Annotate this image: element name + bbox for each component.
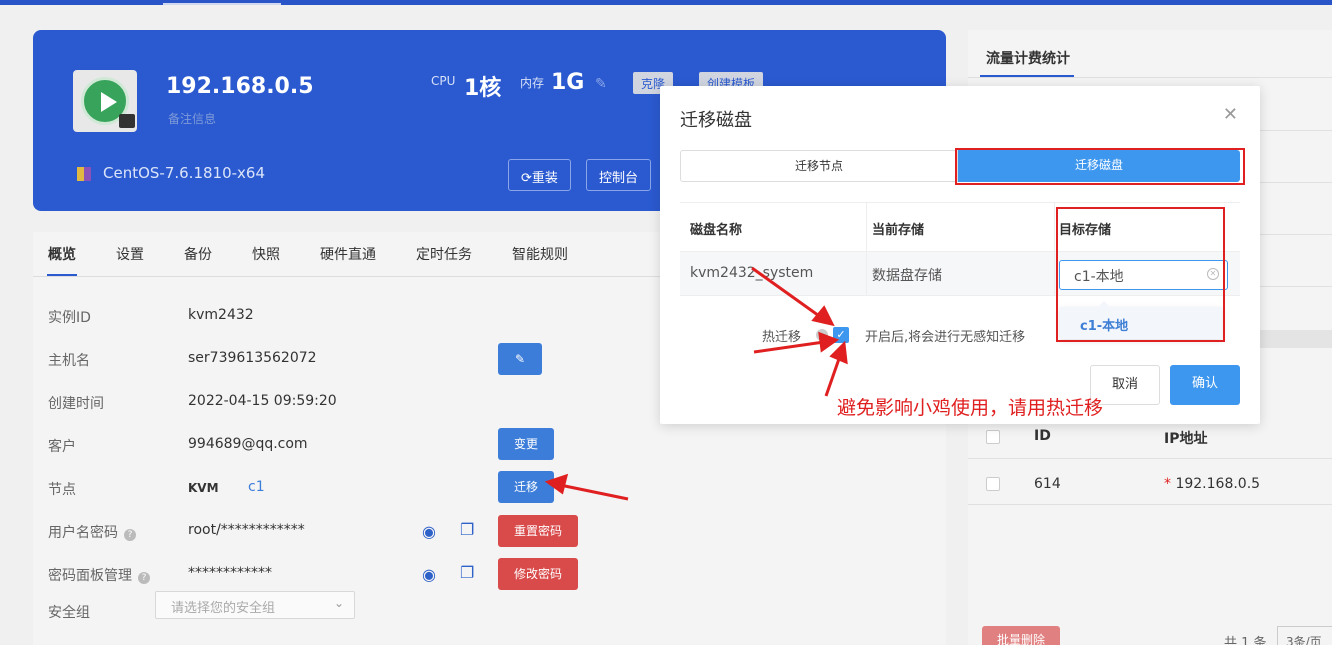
ip-table-col-ip: IP地址 [1164,431,1208,447]
reset-password-button[interactable]: 重置密码 [498,515,578,547]
batch-delete-button[interactable]: 批量删除 [982,626,1060,645]
tab-scheduled[interactable]: 定时任务 [416,244,472,264]
divider [866,202,867,296]
migrate-button[interactable]: 迁移 [498,471,554,503]
instance-id-label: 实例ID [48,310,91,326]
modify-password-button[interactable]: 修改密码 [498,558,578,590]
highlight-box-target [1056,207,1225,342]
node-name[interactable]: c1 [248,479,265,495]
reinstall-button[interactable]: ⟳重装 [508,159,571,191]
hot-migrate-label: 热迁移 [762,330,802,345]
current-storage-value: 数据盘存储 [872,268,942,284]
select-all-checkbox[interactable] [986,430,1000,444]
cpu-label: CPU [431,74,456,88]
created-label: 创建时间 [48,396,104,412]
edit-hostname-button[interactable]: ✎ [498,343,542,375]
centos-icon [77,167,91,181]
ip-table-col-id: ID [1034,428,1051,444]
tab-smart-rules[interactable]: 智能规则 [512,244,568,264]
tab-snapshot[interactable]: 快照 [252,244,280,264]
disk-name-value: kvm2432_system [690,265,814,281]
eye-icon[interactable]: ◉ [422,522,440,541]
hot-migrate-checkbox[interactable]: ✓ [833,327,849,343]
tab-overview[interactable]: 概览 [48,244,76,264]
created-value: 2022-04-15 09:59:20 [188,393,337,409]
instance-id-value: kvm2432 [188,307,254,323]
col-current-storage: 当前存储 [872,223,925,238]
tab-backup[interactable]: 备份 [184,244,212,264]
secgroup-label: 安全组 [48,605,90,621]
hot-migrate-description: 开启后,将会进行无感知迁移 [865,330,1026,345]
panel-pass-value: ************ [188,565,272,581]
ip-row-id: 614 [1034,476,1061,492]
divider [968,458,1332,459]
customer-value[interactable]: 994689@qq.com [188,436,308,452]
lock-icon [119,114,135,128]
hostname-label: 主机名 [48,353,90,369]
ip-row-ip: * 192.168.0.5 [1164,476,1261,492]
node-type: KVM [188,481,219,495]
secgroup-select[interactable]: 请选择您的安全组 ⌄ [155,591,355,619]
change-customer-button[interactable]: 变更 [498,428,554,460]
instance-ip: 192.168.0.5 [166,74,314,99]
panel-pass-label: 密码面板管理? [48,565,150,585]
annotation-note: 避免影响小鸡使用，请用热迁移 [837,397,1104,419]
tab-settings[interactable]: 设置 [116,244,144,264]
tab-migrate-node[interactable]: 迁移节点 [680,150,958,182]
divider [1054,202,1055,296]
help-icon[interactable]: ? [138,572,150,584]
row-checkbox[interactable] [986,477,1000,491]
highlight-box-tab [955,148,1245,185]
chevron-down-icon: ⌄ [333,596,344,610]
os-name: CentOS-7.6.1810-x64 [103,164,266,182]
dialog-title: 迁移磁盘 [680,110,752,131]
eye-icon[interactable]: ◉ [422,565,440,584]
help-icon[interactable]: ? [124,529,136,541]
col-disk-name: 磁盘名称 [690,223,743,238]
copy-icon[interactable]: ❐ [460,520,478,539]
confirm-button[interactable]: 确认 [1170,365,1240,405]
page-size-select[interactable]: 3条/页 [1277,626,1332,645]
customer-label: 客户 [48,439,76,455]
traffic-billing-title[interactable]: 流量计费统计 [986,48,1070,68]
mem-value: 1G [551,70,585,95]
divider [968,504,1332,505]
remark-text[interactable]: 备注信息 [168,110,216,127]
node-label: 节点 [48,482,76,498]
instance-thumbnail [73,70,137,132]
console-button[interactable]: 控制台 [586,159,652,191]
copy-icon[interactable]: ❐ [460,563,478,582]
close-icon[interactable]: ✕ [1223,104,1238,125]
hostname-value: ser739613562072 [188,350,317,366]
edit-icon[interactable]: ✎ [595,76,607,92]
divider [968,77,1332,78]
mem-label: 内存 [520,76,545,90]
cpu-value: 1核 [464,76,502,101]
tab-passthrough[interactable]: 硬件直通 [320,244,376,264]
userpass-value: root/************ [188,522,305,538]
userpass-label: 用户名密码? [48,522,136,542]
edit-icon: ✎ [514,352,526,366]
active-tab-underline [47,274,77,276]
help-icon[interactable] [816,329,828,341]
total-count: 共 1 条 [1224,636,1267,645]
